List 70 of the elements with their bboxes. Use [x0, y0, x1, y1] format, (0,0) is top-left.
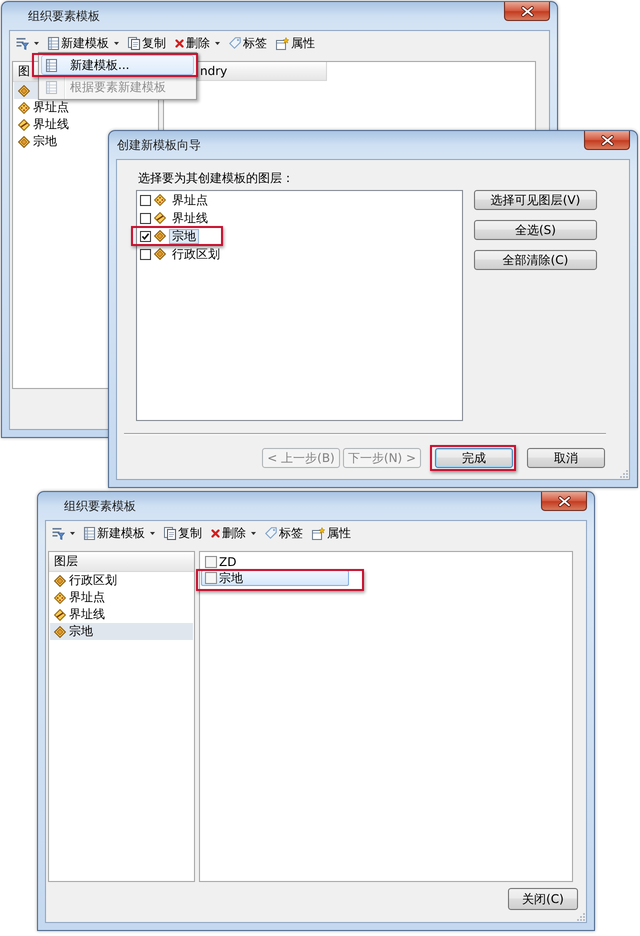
table-icon [84, 526, 95, 540]
template-item[interactable]: 宗地 [201, 570, 349, 586]
layer-item[interactable]: 界址点 [14, 99, 157, 116]
action-button[interactable]: 选择可见图层(V) [474, 190, 597, 210]
layer-item[interactable]: 宗地 [169, 228, 199, 244]
diamond-icon [54, 626, 66, 638]
diamond-line-icon [154, 212, 166, 224]
tag-icon [229, 37, 241, 49]
layer-item[interactable]: 宗地 [50, 623, 193, 640]
diamond-icon [154, 230, 166, 242]
template-item[interactable]: ZD [201, 554, 349, 570]
window-title: 创建新模板向导 [116, 136, 201, 154]
diamond-icon [54, 574, 66, 586]
layer-item[interactable]: 界址线 [169, 210, 211, 226]
copy-icon [164, 526, 176, 540]
checkbox[interactable] [140, 194, 151, 206]
resize-grip-icon[interactable] [619, 469, 628, 478]
delete-icon [211, 528, 220, 538]
swatch-icon [205, 556, 217, 568]
layer-item[interactable]: 界址线 [14, 116, 157, 133]
layer-item[interactable]: 行政区划 [169, 246, 223, 262]
layer-item[interactable]: 界址线 [50, 606, 193, 623]
resize-grip-icon[interactable] [576, 912, 585, 921]
toolbar-button[interactable]: 属性 [275, 33, 316, 53]
diamond-icon [154, 248, 166, 260]
filter-icon [16, 36, 29, 50]
window-title: 组织要素模板 [63, 498, 136, 514]
table-icon [48, 36, 59, 50]
layer-item[interactable]: 行政区划 [50, 572, 193, 589]
action-button[interactable]: 全部清除(C) [474, 250, 597, 270]
close-icon [600, 134, 614, 146]
toolbar-button[interactable]: 删除 [210, 523, 257, 543]
checkbox[interactable] [140, 248, 151, 260]
diamond-icon [18, 136, 30, 148]
close-button[interactable] [541, 492, 587, 511]
diamond-icon [18, 84, 30, 96]
diamond-line-icon [54, 608, 66, 620]
toolbar-button[interactable]: 标签 [228, 33, 268, 53]
close-button[interactable] [504, 2, 550, 21]
swatch-icon [205, 572, 217, 584]
menu-item[interactable]: 新建模板... [41, 55, 194, 75]
toolbar-button[interactable]: 复制 [163, 523, 203, 543]
close-icon [558, 496, 570, 506]
toolbar-button[interactable]: 属性 [311, 523, 352, 543]
checkbox[interactable] [140, 230, 151, 242]
column-header[interactable]: 图层 [49, 552, 194, 572]
close-button[interactable] [584, 131, 630, 150]
window-title: 组织要素模板 [27, 8, 100, 24]
diamond-dots-icon [18, 102, 30, 114]
diamond-dots-icon [154, 194, 166, 206]
close-dialog-button[interactable]: 关闭(C) [508, 888, 578, 910]
layer-item[interactable]: 界址点 [50, 589, 193, 606]
prompt-label: 选择要为其创建模板的图层： [138, 171, 295, 185]
wizard-button[interactable]: 完成 [435, 448, 513, 468]
layer-item[interactable]: 界址点 [169, 192, 211, 208]
action-button[interactable]: 全选(S) [474, 220, 597, 240]
toolbar-button[interactable]: 新建模板 [83, 523, 156, 543]
filter-icon [52, 526, 65, 540]
toolbar-button[interactable]: 标签 [264, 523, 304, 543]
delete-icon [175, 38, 184, 48]
diamond-dots-icon [54, 592, 66, 604]
wizard-button[interactable]: 取消 [527, 448, 605, 468]
copy-icon [128, 36, 140, 50]
table-icon [46, 80, 57, 94]
checkbox[interactable] [140, 212, 151, 224]
toolbar-button[interactable]: 删除 [174, 33, 221, 53]
diamond-line-icon [18, 118, 30, 130]
table-icon [46, 58, 57, 72]
close-icon [520, 6, 534, 16]
tag-icon [265, 527, 277, 539]
